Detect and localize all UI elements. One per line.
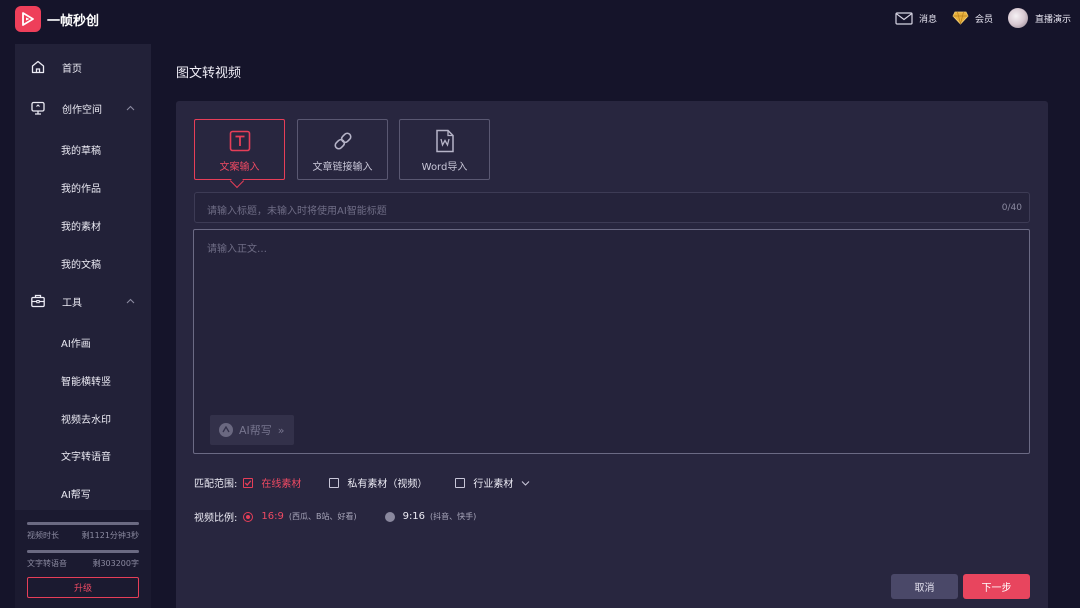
tab-link-input[interactable]: 文章链接输入 (297, 119, 388, 180)
video-quota-value: 剩1121分钟3秒 (81, 531, 139, 540)
diamond-icon (952, 11, 969, 25)
sidebar-item-home[interactable]: 首页 (15, 52, 151, 82)
radio-selected-icon[interactable] (243, 511, 254, 522)
tab-word-import[interactable]: Word导入 (399, 119, 490, 180)
match-option-label: 在线素材 (261, 479, 302, 490)
cancel-button[interactable]: 取消 (891, 574, 958, 599)
sidebar-item-create-space[interactable]: 创作空间 (15, 93, 151, 123)
body-textarea[interactable]: 请输入正文… AI帮写 » (193, 229, 1030, 454)
tts-quota-row: 文字转语音 剩303200字 (27, 558, 139, 569)
match-option-industry[interactable]: 行业素材 (455, 475, 530, 490)
messages-button[interactable]: 消息 (895, 11, 937, 25)
vip-button[interactable]: 会员 (952, 11, 993, 25)
sidebar-item-label: 创作空间 (62, 104, 102, 116)
match-option-label: 私有素材（视频） (347, 479, 428, 490)
top-bar: 一帧秒创 消息 会员 直播演示 (0, 0, 1080, 38)
play-logo-icon (15, 6, 41, 32)
chevron-up-icon[interactable] (126, 296, 135, 307)
tts-quota-bar (27, 550, 139, 553)
sidebar-item-remove-watermark[interactable]: 视频去水印 (61, 411, 111, 426)
sidebar-item-tools[interactable]: 工具 (15, 286, 151, 316)
title-input[interactable]: 请输入标题，未输入时将使用AI智能标题 0/40 (194, 192, 1030, 223)
app-name: 一帧秒创 (47, 13, 100, 29)
avatar (1007, 8, 1028, 28)
tab-label: 文案输入 (219, 162, 260, 173)
tab-text-input[interactable]: 文案输入 (194, 119, 285, 180)
text-icon (229, 130, 251, 152)
video-ratio-row: 视频比例: 16:9 (西瓜、B站、好看) 9:16 (抖音、快手) (194, 509, 504, 524)
sidebar-item-landscape-to-portrait[interactable]: 智能横转竖 (61, 373, 111, 388)
word-doc-icon (435, 129, 455, 153)
sidebar-item-works[interactable]: 我的作品 (61, 180, 101, 195)
mail-icon (895, 11, 913, 25)
tab-label: 文章链接输入 (312, 162, 373, 173)
page-title: 图文转视频 (176, 66, 242, 81)
link-icon (332, 130, 354, 152)
home-icon (30, 59, 46, 75)
title-char-counter: 0/40 (1001, 203, 1022, 213)
sidebar-item-text-to-speech[interactable]: 文字转语音 (61, 448, 111, 463)
match-option-online[interactable]: 在线素材 (243, 475, 301, 490)
user-menu[interactable]: 直播演示 (1007, 8, 1071, 28)
ai-write-label: AI帮写 (239, 424, 272, 437)
messages-label: 消息 (918, 14, 937, 25)
match-scope-label: 匹配范围: (194, 479, 238, 490)
ai-write-button[interactable]: AI帮写 » (210, 415, 294, 445)
ratio-option-label: 9:16 (402, 511, 426, 522)
tab-label: Word导入 (421, 162, 468, 173)
sidebar-item-drafts[interactable]: 我的草稿 (61, 142, 101, 157)
sidebar-item-label: 首页 (62, 63, 82, 75)
sidebar-item-manuscripts[interactable]: 我的文稿 (61, 256, 101, 271)
double-chevron-right-icon: » (277, 423, 285, 437)
checkbox-icon[interactable] (329, 477, 340, 488)
chevron-up-icon[interactable] (126, 103, 135, 114)
body-placeholder: 请输入正文… (207, 244, 267, 255)
sidebar-item-label: 工具 (62, 297, 82, 309)
sidebar-item-materials[interactable]: 我的素材 (61, 218, 101, 233)
match-scope-row: 匹配范围: 在线素材 私有素材（视频） 行业素材 (194, 475, 558, 490)
tts-quota-label: 文字转语音 (27, 559, 67, 568)
tts-quota-value: 剩303200字 (92, 559, 139, 568)
match-option-label: 行业素材 (473, 479, 514, 490)
ratio-option-label: 16:9 (261, 511, 284, 522)
next-step-button[interactable]: 下一步 (963, 574, 1030, 599)
title-placeholder: 请输入标题，未输入时将使用AI智能标题 (207, 206, 387, 217)
upgrade-button[interactable]: 升级 (27, 577, 139, 598)
ratio-option-9-16[interactable]: 9:16 (抖音、快手) (384, 511, 477, 522)
ratio-option-16-9[interactable]: 16:9 (西瓜、B站、好看) (243, 511, 357, 522)
match-option-private[interactable]: 私有素材（视频） (329, 475, 427, 490)
toolbox-icon (30, 293, 46, 309)
ratio-option-note: (抖音、快手) (430, 512, 477, 521)
checkbox-icon[interactable] (455, 477, 466, 488)
ai-icon (219, 423, 233, 437)
app-logo[interactable]: 一帧秒创 (15, 6, 99, 32)
sidebar-item-ai-painting[interactable]: AI作画 (61, 335, 91, 350)
chevron-down-icon[interactable] (521, 480, 530, 486)
video-ratio-label: 视频比例: (194, 513, 238, 524)
sidebar-item-ai-write[interactable]: AI帮写 (61, 486, 91, 501)
video-quota-row: 视频时长 剩1121分钟3秒 (27, 530, 139, 541)
user-name: 直播演示 (1034, 14, 1071, 25)
video-quota-bar (27, 522, 139, 525)
vip-label: 会员 (974, 14, 993, 25)
ratio-option-note: (西瓜、B站、好看) (288, 512, 357, 521)
radio-icon[interactable] (384, 511, 395, 522)
checkbox-checked-icon[interactable] (243, 477, 254, 488)
video-quota-label: 视频时长 (27, 531, 59, 540)
monitor-icon (30, 100, 46, 116)
